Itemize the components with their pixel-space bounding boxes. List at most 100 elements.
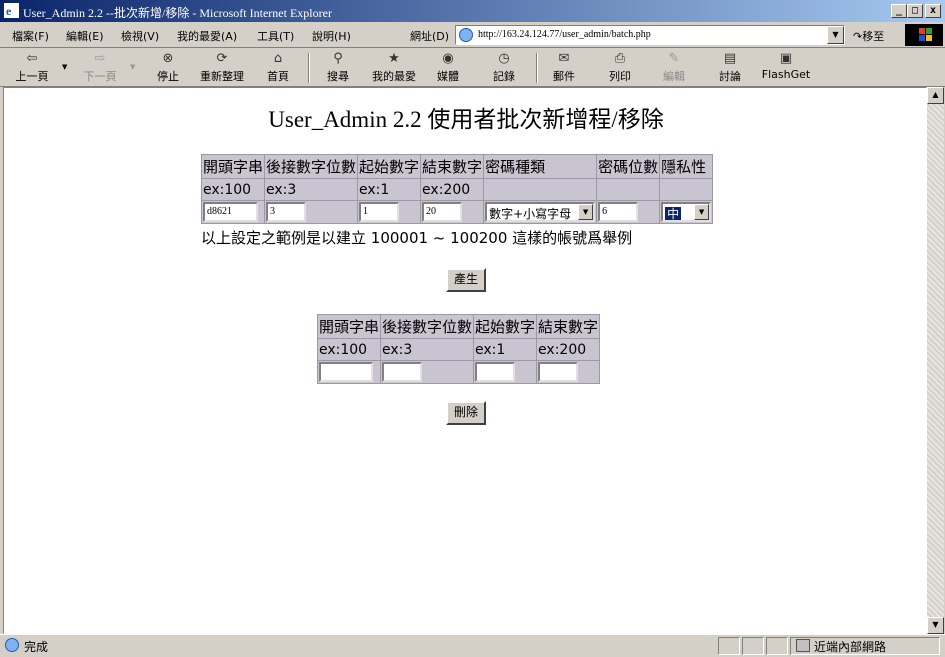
title-bar: e User_Admin 2.2 --批次新增/移除 - Microsoft I… [0, 0, 945, 22]
back-button[interactable]: ⇦ 上一頁 [10, 51, 54, 85]
search-icon: ⚲ [333, 51, 343, 66]
address-bar[interactable]: http://163.24.124.77/user_admin/batch.ph… [455, 25, 845, 45]
minimize-button[interactable]: _ [891, 4, 907, 18]
page-icon [459, 28, 473, 42]
favorites-icon: ★ [388, 51, 400, 66]
delete-end-input[interactable] [538, 362, 579, 382]
header-end: 結束數字 [536, 314, 601, 339]
privacy-select[interactable]: 中 ▼ [661, 202, 712, 222]
favorites-button[interactable]: ★ 我的最愛 [366, 51, 422, 85]
example-end: ex:200 [536, 338, 601, 361]
menu-file[interactable]: 檔案(F) [12, 28, 49, 44]
search-button[interactable]: ⚲ 搜尋 [320, 51, 356, 85]
toolbar-separator [308, 53, 310, 83]
header-prefix: 開頭字串 [316, 314, 382, 339]
create-button[interactable]: 產生 [446, 268, 486, 292]
header-start: 起始數字 [357, 154, 422, 179]
ie-logo-icon: e [4, 3, 19, 18]
status-panel [718, 637, 740, 655]
scroll-down-icon[interactable]: ▼ [927, 617, 944, 634]
menu-tools[interactable]: 工具(T) [257, 28, 294, 44]
address-url[interactable]: http://163.24.124.77/user_admin/batch.ph… [478, 29, 651, 40]
history-button[interactable]: ◷ 記錄 [486, 51, 522, 85]
status-panel [766, 637, 788, 655]
close-button[interactable]: x [925, 4, 941, 18]
home-button[interactable]: ⌂ 首頁 [260, 51, 296, 85]
delete-button[interactable]: 刪除 [446, 401, 486, 425]
media-icon: ◉ [442, 51, 454, 66]
vertical-scrollbar[interactable]: ▲ ▼ [927, 87, 944, 634]
home-icon: ⌂ [273, 51, 283, 66]
menu-edit[interactable]: 編輯(E) [66, 28, 104, 44]
forward-arrow-icon: ⇨ [94, 51, 106, 66]
zone-text: 近端內部網路 [814, 640, 887, 654]
media-button[interactable]: ◉ 媒體 [430, 51, 466, 85]
header-prefix: 開頭字串 [200, 154, 266, 179]
print-icon: ⎙ [614, 51, 626, 66]
delete-start-input[interactable] [475, 362, 516, 382]
edit-icon: ✎ [668, 51, 680, 66]
discuss-icon: ▤ [723, 51, 737, 66]
menu-help[interactable]: 說明(H) [312, 28, 351, 44]
example-password-type [483, 178, 598, 201]
forward-dropdown-icon[interactable]: ▼ [130, 63, 135, 71]
window-title: User_Admin 2.2 --批次新增/移除 - Microsoft Int… [23, 6, 332, 20]
chevron-down-icon: ▼ [694, 204, 710, 220]
status-panel [742, 637, 764, 655]
digits-input[interactable]: 3 [266, 202, 307, 222]
back-arrow-icon: ⇦ [26, 51, 38, 66]
print-button[interactable]: ⎙ 列印 [602, 51, 638, 85]
header-start: 起始數字 [473, 314, 538, 339]
header-privacy: 隱私性 [659, 154, 714, 179]
page-content: User_Admin 2.2 使用者批次新增程/移除 開頭字串 後接數字位數 起… [3, 87, 927, 634]
flashget-button[interactable]: ▣ FlashGet [760, 51, 812, 85]
toolbar-separator [536, 53, 538, 83]
stop-icon: ⊗ [162, 51, 174, 66]
stop-button[interactable]: ⊗ 停止 [150, 51, 186, 85]
status-text: 完成 [24, 640, 49, 654]
example-privacy [659, 178, 714, 201]
example-prefix: ex:100 [316, 338, 382, 361]
toolbar: ⇦ 上一頁 ▼ ⇨ 下一頁 ▼ ⊗ 停止 ⟳ 重新整理 ⌂ 首頁 ⚲ 搜尋 ★ 我的最愛 ◉ 媒… [0, 49, 945, 87]
end-input[interactable]: 20 [422, 202, 463, 222]
mail-icon: ✉ [558, 51, 570, 66]
mail-button[interactable]: ✉ 郵件 [546, 51, 582, 85]
delete-prefix-input[interactable] [319, 362, 373, 382]
scroll-up-icon[interactable]: ▲ [927, 87, 944, 104]
go-label: 移至 [862, 30, 885, 43]
discuss-button[interactable]: ▤ 討論 [712, 51, 748, 85]
example-start: ex:1 [357, 178, 422, 201]
back-dropdown-icon[interactable]: ▼ [62, 63, 67, 71]
maximize-button[interactable]: □ [907, 4, 923, 18]
windows-logo-icon [905, 24, 943, 46]
header-end: 結束數字 [420, 154, 485, 179]
menu-view[interactable]: 檢視(V) [121, 28, 159, 44]
header-password-length: 密碼位數 [596, 154, 661, 179]
password-type-value: 數字+小寫字母 [489, 207, 572, 221]
address-dropdown-icon[interactable]: ▼ [827, 26, 844, 44]
address-label: 網址(D) [410, 30, 450, 43]
create-form-table: 開頭字串 後接數字位數 起始數字 結束數字 密碼種類 密碼位數 隱私性 ex:1… [200, 154, 714, 224]
password-type-select[interactable]: 數字+小寫字母 ▼ [485, 202, 596, 222]
forward-button[interactable]: ⇨ 下一頁 [78, 51, 122, 85]
example-digits: ex:3 [264, 178, 359, 201]
example-password-length [596, 178, 661, 201]
delete-digits-input[interactable] [382, 362, 423, 382]
menu-favorites[interactable]: 我的最愛(A) [177, 28, 237, 44]
page-title: User_Admin 2.2 使用者批次新增程/移除 [268, 107, 664, 132]
header-password-type: 密碼種類 [483, 154, 598, 179]
privacy-value: 中 [665, 207, 682, 221]
example-digits: ex:3 [380, 338, 475, 361]
chevron-down-icon: ▼ [578, 204, 594, 220]
refresh-button[interactable]: ⟳ 重新整理 [196, 51, 248, 85]
go-button[interactable]: ↷移至 [853, 28, 884, 44]
example-start: ex:1 [473, 338, 538, 361]
edit-button[interactable]: ✎ 編輯 [656, 51, 692, 85]
svg-text:e: e [6, 4, 12, 18]
example-prefix: ex:100 [200, 178, 266, 201]
prefix-input[interactable]: d8621 [203, 202, 258, 222]
refresh-icon: ⟳ [216, 51, 228, 66]
password-length-input[interactable]: 6 [598, 202, 639, 222]
flashget-icon: ▣ [779, 51, 793, 66]
start-input[interactable]: 1 [359, 202, 400, 222]
